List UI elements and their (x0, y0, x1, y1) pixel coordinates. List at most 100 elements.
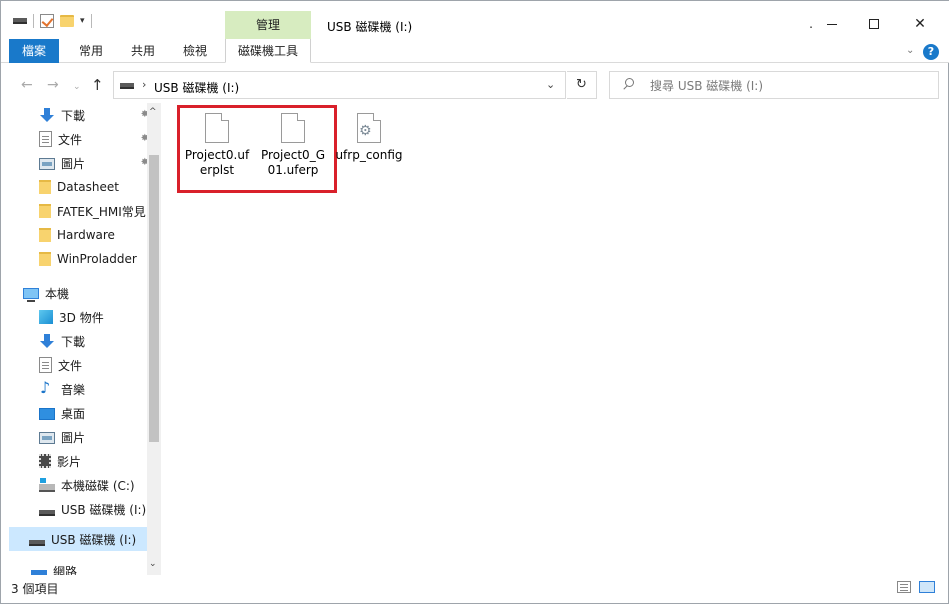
status-bar: 3 個項目 (1, 577, 949, 604)
customize-toolbar-dropdown-icon[interactable]: ▾ (80, 16, 85, 26)
3d-objects-icon (39, 310, 53, 324)
drive-icon (13, 18, 27, 24)
quick-access-toolbar: ▾ (13, 14, 92, 28)
scroll-down-icon[interactable]: ⌄ (149, 559, 157, 569)
sidebar-quick-access-item[interactable]: FATEK_HMI常見 (9, 199, 149, 223)
sidebar-this-pc-item[interactable]: 下載 (9, 329, 149, 353)
sidebar-this-pc-item[interactable]: USB 磁碟機 (I:) (9, 497, 149, 521)
tab-view[interactable]: 檢視 (179, 39, 211, 63)
minimize-icon (827, 23, 837, 25)
file-item[interactable]: ufrp_config (331, 113, 407, 163)
sidebar-this-pc-item[interactable]: 3D 物件 (9, 305, 149, 329)
sidebar-item-label: 圖片 (61, 430, 86, 445)
sidebar-this-pc-item[interactable]: 音樂 (9, 377, 149, 401)
config-file-icon (357, 113, 381, 143)
sidebar-item-label: 下載 (61, 108, 86, 123)
sidebar-this-pc-item[interactable]: 圖片 (9, 425, 149, 449)
sidebar-this-pc-item[interactable]: 本機磁碟 (C:) (9, 473, 149, 497)
breadcrumb-path[interactable]: USB 磁碟機 (I:) (154, 79, 239, 96)
blank-file-icon (205, 113, 229, 143)
tab-file[interactable]: 檔案 (9, 39, 59, 63)
file-name: Project0_G01.uferp (261, 148, 325, 177)
folder-icon (39, 204, 51, 218)
tab-share[interactable]: 共用 (127, 39, 159, 63)
scroll-up-icon[interactable]: ^ (149, 107, 157, 117)
maximize-icon (869, 19, 879, 29)
sidebar-item-label: WinProladder (57, 252, 137, 266)
navigation-bar: ← → ⌄ ↑ › USB 磁碟機 (I:) ⌄ ↻ (1, 71, 949, 99)
maximize-button[interactable] (851, 9, 897, 39)
address-dropdown-chevron-icon[interactable]: ⌄ (546, 78, 555, 91)
sidebar-item-label: 圖片 (61, 156, 86, 171)
search-box[interactable] (609, 71, 939, 99)
file-name: Project0.uferplst (184, 148, 250, 177)
download-arrow-icon (39, 333, 55, 349)
file-item[interactable]: Project0_G01.uferp (255, 113, 331, 178)
search-icon (622, 76, 636, 92)
download-arrow-icon (39, 107, 55, 123)
sidebar-quick-access-item[interactable]: 文件 ✸ (9, 127, 149, 151)
sidebar-quick-access-item[interactable]: WinProladder (9, 247, 149, 271)
navigation-pane-scrollbar[interactable]: ^ ⌄ (147, 103, 161, 575)
item-count: 3 個項目 (11, 582, 59, 596)
sidebar-item-label: USB 磁碟機 (I:) (61, 502, 147, 517)
close-button[interactable]: ✕ (897, 9, 943, 39)
forward-arrow-icon[interactable]: → (47, 75, 59, 95)
sidebar-this-pc-item[interactable]: 文件 (9, 353, 149, 377)
breadcrumb-chevron-icon[interactable]: › (142, 78, 146, 91)
explorer-window: ▾ 管理 USB 磁碟機 (I:) . ✕ 檔案 常用 共用 檢視 磁碟機工具 … (0, 0, 949, 604)
sidebar-item-label: 音樂 (61, 382, 86, 397)
sidebar-quick-access-item[interactable]: 圖片 ✸ (9, 151, 149, 175)
pictures-icon (39, 432, 55, 444)
drive-icon (120, 83, 134, 89)
file-list-area[interactable]: Project0.uferplst Project0_G01.uferp ufrp_… (177, 105, 937, 575)
help-icon[interactable]: ? (923, 44, 939, 60)
sidebar-item-label: 影片 (57, 454, 82, 469)
folder-icon (39, 252, 51, 266)
recent-locations-chevron-icon[interactable]: ⌄ (73, 77, 81, 97)
sidebar-item-network[interactable]: 網路 (9, 559, 149, 575)
tab-drive-tools[interactable]: 磁碟機工具 (225, 39, 311, 63)
large-icons-view-icon[interactable] (919, 581, 935, 593)
details-view-icon[interactable] (897, 581, 911, 593)
usb-drive-icon (39, 510, 55, 516)
address-bar[interactable]: › USB 磁碟機 (I:) ⌄ (113, 71, 566, 99)
sidebar-item-label: USB 磁碟機 (I:) (51, 532, 137, 547)
sidebar-item-label: FATEK_HMI常見 (57, 204, 146, 219)
new-folder-icon[interactable] (60, 15, 74, 27)
sidebar-quick-access-item[interactable]: Hardware (9, 223, 149, 247)
desktop-icon (39, 408, 55, 420)
properties-checkmark-icon[interactable] (40, 14, 54, 28)
expand-ribbon-chevron-icon[interactable]: ⌄ (906, 45, 914, 56)
sidebar-quick-access-item[interactable]: 下載 ✸ (9, 103, 149, 127)
sidebar-this-pc-item[interactable]: 桌面 (9, 401, 149, 425)
title-bar: ▾ 管理 USB 磁碟機 (I:) . ✕ (1, 1, 949, 40)
sidebar-this-pc-item[interactable]: 影片 (9, 449, 149, 473)
file-name: ufrp_config (335, 148, 403, 162)
search-input[interactable] (650, 77, 930, 95)
tab-home[interactable]: 常用 (75, 39, 107, 63)
refresh-button[interactable]: ↻ (567, 71, 597, 99)
up-arrow-icon[interactable]: ↑ (91, 75, 104, 95)
sidebar-item-label: 文件 (58, 132, 83, 147)
file-item[interactable]: Project0.uferplst (179, 113, 255, 178)
window-title: USB 磁碟機 (I:) (327, 20, 413, 34)
sidebar-item-this-pc[interactable]: 本機 (9, 281, 149, 305)
pictures-icon (39, 158, 55, 170)
back-arrow-icon[interactable]: ← (21, 75, 33, 95)
minimize-button[interactable] (809, 9, 855, 39)
sidebar-item-label: 文件 (58, 358, 83, 373)
scrollbar-thumb[interactable] (149, 155, 159, 442)
folder-icon (39, 180, 51, 194)
document-icon (39, 357, 52, 373)
videos-icon (39, 454, 51, 468)
folder-icon (39, 228, 51, 242)
sidebar-item-label: 網路 (53, 564, 78, 576)
sidebar-item-usb-drive-selected[interactable]: USB 磁碟機 (I:) (9, 527, 153, 551)
sidebar-item-label: 3D 物件 (59, 310, 104, 325)
sidebar-quick-access-item[interactable]: Datasheet (9, 175, 149, 199)
sidebar-item-label: Hardware (57, 228, 115, 242)
local-disk-icon (39, 478, 55, 492)
ribbon-tabs: 檔案 常用 共用 檢視 磁碟機工具 ⌄ ? (1, 39, 949, 63)
sidebar-item-label: 桌面 (61, 406, 86, 421)
